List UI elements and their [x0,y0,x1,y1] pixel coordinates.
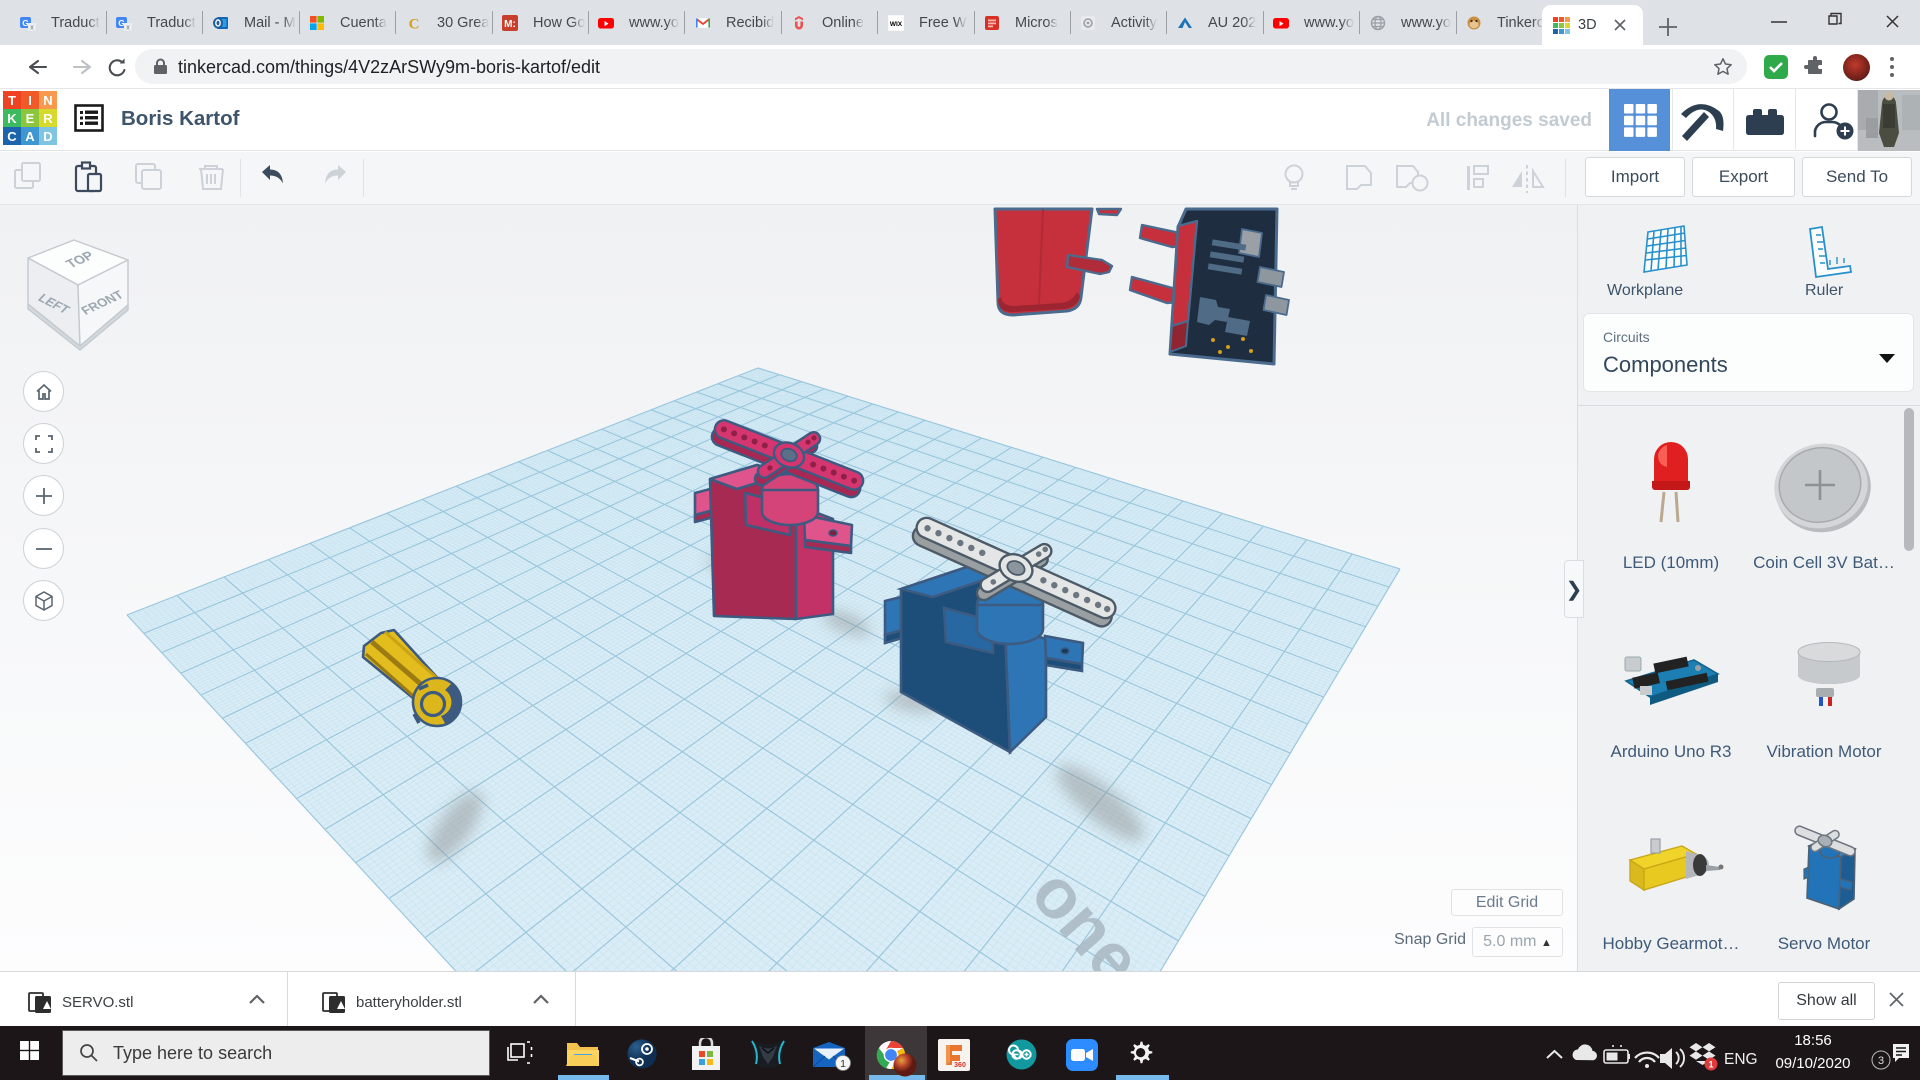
svg-text:ENG: ENG [1724,1051,1758,1068]
svg-text:WIX: WIX [890,21,903,28]
svg-text:1: 1 [840,1058,846,1070]
svg-text:3: 3 [1878,1055,1884,1067]
svg-text:C: C [409,16,420,31]
svg-text:360: 360 [954,1062,966,1069]
svg-text:x: x [126,24,130,31]
svg-text:M:: M: [504,19,516,30]
svg-text:x: x [30,24,34,31]
svg-text:1: 1 [1708,1060,1713,1070]
